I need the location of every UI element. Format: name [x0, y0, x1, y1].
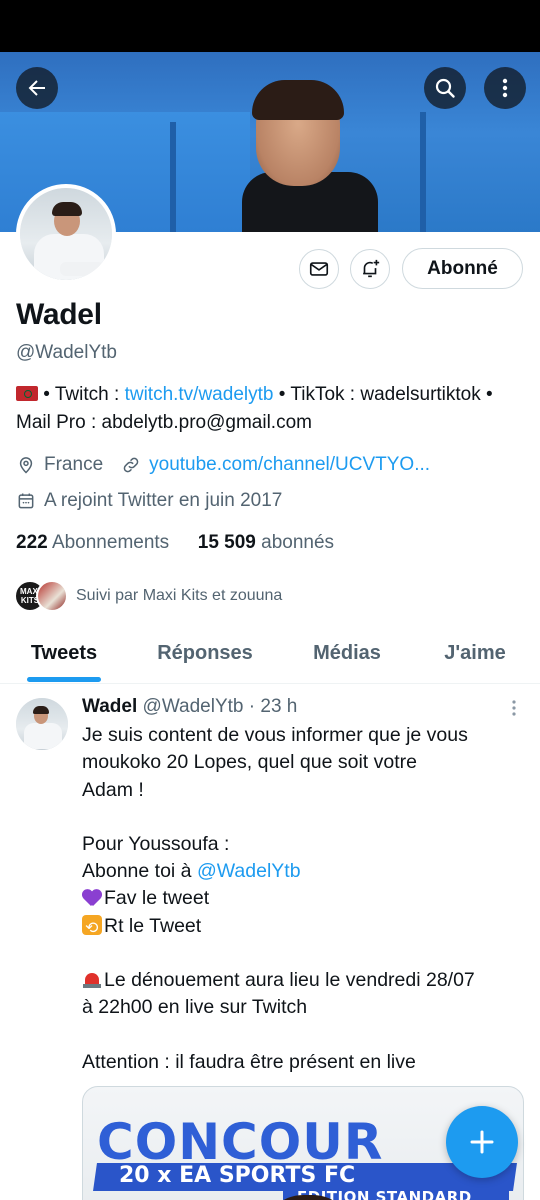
arrow-left-icon — [28, 80, 45, 96]
location-text: France — [44, 454, 104, 475]
tab-replies[interactable]: Réponses — [140, 622, 270, 684]
location-pin-icon — [19, 457, 33, 474]
tweet-text: Je suis content de vous informer que je … — [82, 722, 526, 1076]
profile-handle: @WadelYtb — [16, 342, 117, 363]
more-options-button[interactable] — [484, 67, 526, 109]
link-icon — [123, 457, 139, 473]
search-button[interactable] — [424, 67, 466, 109]
compose-tweet-button[interactable] — [446, 1106, 518, 1178]
twitch-link[interactable]: twitch.tv/wadelytb — [125, 384, 274, 405]
repeat-icon — [82, 914, 102, 941]
active-tab-indicator — [27, 677, 101, 682]
following-link[interactable]: 222 Abonnements — [16, 532, 169, 553]
follower-avatar-zouuna — [36, 580, 68, 612]
profile-name: Wadel — [16, 298, 102, 331]
more-vertical-icon — [502, 78, 508, 98]
purple-heart-icon — [82, 887, 102, 907]
tab-likes[interactable]: J'aime — [418, 622, 532, 684]
back-button[interactable] — [16, 67, 58, 109]
tweet-more-icon[interactable] — [506, 698, 522, 718]
siren-icon — [82, 969, 102, 989]
tweet-timestamp: · 23 h — [248, 696, 298, 717]
tweet-author-avatar[interactable] — [16, 698, 68, 750]
envelope-icon — [309, 262, 329, 276]
profile-meta-row: France youtube.com/channel/UCVTYO... — [16, 454, 430, 476]
followed-by[interactable]: MAXI KITS Suivi par Maxi Kits et zouuna — [14, 580, 282, 612]
tab-media[interactable]: Médias — [282, 622, 412, 684]
bell-plus-icon — [363, 259, 380, 278]
tweet-header: Wadel @WadelYtb · 23 h — [82, 696, 297, 718]
profile-tabs: Tweets Réponses Médias J'aime — [0, 622, 540, 684]
mention-link[interactable]: @WadelYtb — [197, 860, 301, 882]
tab-tweets[interactable]: Tweets — [0, 622, 128, 684]
website-link[interactable]: youtube.com/channel/UCVTYO... — [149, 454, 430, 476]
follow-counts: 222 Abonnements 15 509 abonnés — [16, 532, 334, 554]
tweet-author-name[interactable]: Wadel — [82, 696, 137, 717]
joined-text: A rejoint Twitter en juin 2017 — [44, 490, 283, 511]
plus-icon — [470, 1130, 494, 1154]
joined-row: A rejoint Twitter en juin 2017 — [16, 490, 282, 512]
following-button[interactable]: Abonné — [402, 248, 523, 289]
flag-morocco-icon — [16, 386, 38, 401]
notifications-button[interactable] — [350, 249, 390, 289]
tweet-author-handle: @WadelYtb — [142, 696, 244, 717]
profile-bio: • Twitch : twitch.tv/wadelytb • TikTok :… — [16, 384, 493, 433]
followers-link[interactable]: 15 509 abonnés — [198, 532, 334, 553]
search-icon — [435, 78, 455, 98]
message-button[interactable] — [299, 249, 339, 289]
media-band-text: 20 x EA SPORTS FC — [119, 1163, 356, 1188]
status-bar — [0, 0, 540, 52]
profile-avatar[interactable] — [16, 184, 116, 284]
calendar-icon — [18, 493, 34, 509]
